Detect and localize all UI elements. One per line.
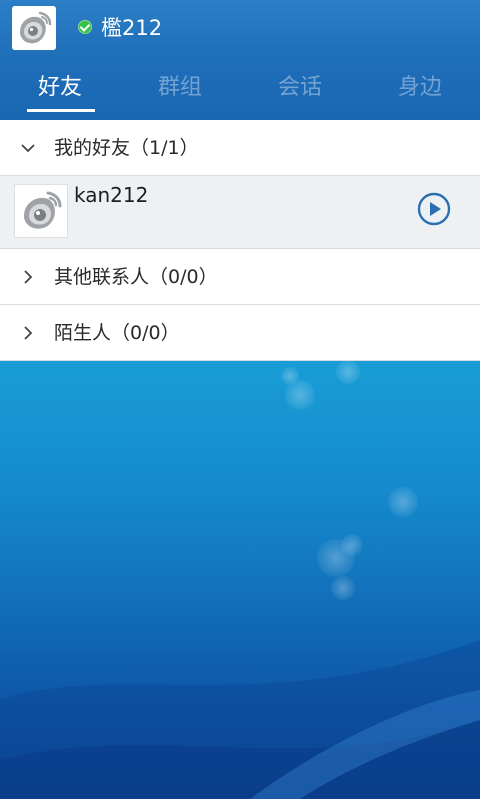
- group-my-friends[interactable]: 我的好友（1/1）: [0, 120, 480, 176]
- contact-list: 我的好友（1/1） kan212 其他联系人（0/0） 陌生人（0/0）: [0, 120, 480, 361]
- tab-nearby[interactable]: 身边: [360, 62, 480, 114]
- group-strangers[interactable]: 陌生人（0/0）: [0, 305, 480, 361]
- account-bar: 檻212: [0, 0, 480, 58]
- app-header: 檻212 好友 群组 会话 身边: [0, 0, 480, 120]
- group-label: 陌生人（0/0）: [54, 322, 180, 344]
- account-avatar[interactable]: [12, 6, 56, 50]
- main-tabs: 好友 群组 会话 身边: [0, 62, 480, 120]
- group-other-contacts[interactable]: 其他联系人（0/0）: [0, 249, 480, 305]
- chevron-down-icon: [21, 144, 35, 153]
- friend-name: kan212: [74, 183, 149, 207]
- chevron-right-icon: [24, 270, 33, 284]
- group-label: 我的好友（1/1）: [54, 137, 199, 159]
- list-item[interactable]: kan212: [0, 176, 480, 249]
- weibo-eye-icon: [12, 6, 56, 50]
- tab-conversations[interactable]: 会话: [240, 62, 360, 114]
- account-username: 檻212: [101, 16, 163, 40]
- friend-avatar[interactable]: [14, 184, 68, 238]
- tab-friends[interactable]: 好友: [0, 62, 120, 114]
- tab-groups[interactable]: 群组: [120, 62, 240, 114]
- active-tab-indicator: [27, 109, 95, 112]
- group-label: 其他联系人（0/0）: [54, 266, 218, 288]
- weibo-eye-icon: [15, 185, 67, 237]
- chevron-right-icon: [24, 326, 33, 340]
- play-circle-icon[interactable]: [417, 192, 451, 226]
- online-status-icon: [78, 20, 92, 34]
